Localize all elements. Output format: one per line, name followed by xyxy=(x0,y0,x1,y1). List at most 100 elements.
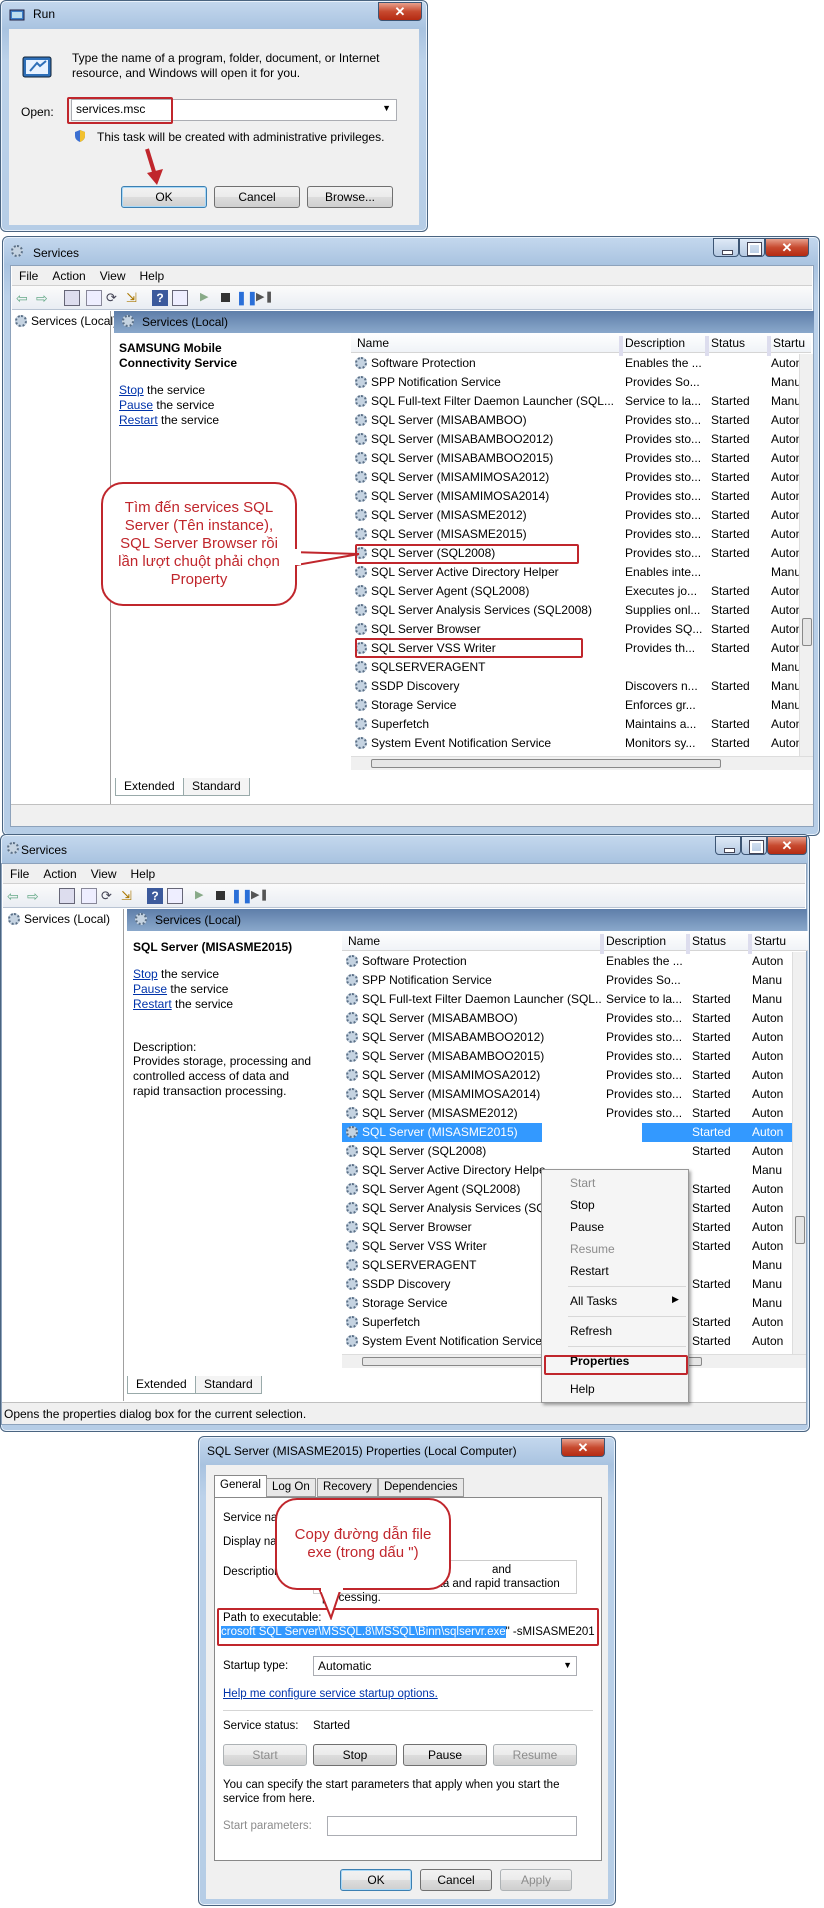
table-row[interactable]: SPP Notification Service Provides So... Ma… xyxy=(342,971,794,990)
table-row[interactable]: SQLSERVERAGENT Manu xyxy=(351,658,799,677)
pause-service-link[interactable]: Pause xyxy=(119,398,153,412)
table-row[interactable]: SQL Server Agent (SQL2008) Executes jo...… xyxy=(351,582,799,601)
services2-vscroll[interactable] xyxy=(792,952,806,1354)
stop-service-link[interactable]: Stop xyxy=(133,967,158,981)
resume-button[interactable]: Resume xyxy=(493,1744,577,1766)
maximize-button[interactable] xyxy=(741,836,767,855)
export-icon[interactable]: ⇲ xyxy=(126,290,142,306)
properties-sheet-icon[interactable] xyxy=(86,290,102,306)
ctx-stop[interactable]: Stop xyxy=(570,1198,595,1212)
table-row[interactable]: Software Protection Enables the ... Auton xyxy=(351,354,799,373)
table-row[interactable]: SQL Server (MISABAMBOO2015) Provides sto.… xyxy=(351,449,799,468)
services2-titlebar[interactable]: Services ✕ xyxy=(1,835,809,863)
table-row[interactable]: SQL Server (MISASME2015) Provides sto... S… xyxy=(351,525,799,544)
table-row[interactable]: SQL Server (MISAMIMOSA2012) Provides sto.… xyxy=(351,468,799,487)
back-icon[interactable]: ⇦ xyxy=(7,888,23,904)
table-row[interactable]: SQL Server Active Directory Helper Enable… xyxy=(351,563,799,582)
restart-service-icon[interactable]: ▶❚ xyxy=(251,888,269,904)
chevron-down-icon[interactable]: ▼ xyxy=(382,103,391,113)
tab-standard[interactable]: Standard xyxy=(195,1376,262,1394)
table-row[interactable]: SQL Server (MISABAMBOO2012) Provides sto.… xyxy=(342,1028,794,1047)
maximize-button[interactable] xyxy=(739,238,765,257)
console-tree-icon[interactable] xyxy=(59,888,75,904)
tab-extended[interactable]: Extended xyxy=(115,778,184,796)
help-icon[interactable]: ? xyxy=(147,888,163,904)
pause-service-link[interactable]: Pause xyxy=(133,982,167,996)
column-name[interactable]: Name xyxy=(353,336,389,350)
table-row[interactable]: SQL Server (MISAMIMOSA2014) Provides sto.… xyxy=(351,487,799,506)
close-button[interactable]: ✕ xyxy=(561,1438,605,1457)
stop-button[interactable]: Stop xyxy=(313,1744,397,1766)
table-row[interactable]: SQL Server Analysis Services (SQL2008) Su… xyxy=(351,601,799,620)
column-name[interactable]: Name xyxy=(344,934,380,948)
forward-icon[interactable]: ⇨ xyxy=(36,290,52,306)
table-row[interactable]: SQL Server (MISABAMBOO2012) Provides sto.… xyxy=(351,430,799,449)
startup-type-select[interactable]: Automatic ▼ xyxy=(313,1656,577,1676)
tab-log-on[interactable]: Log On xyxy=(266,1478,316,1497)
menu-file[interactable]: File xyxy=(12,266,45,283)
column-description[interactable]: Description xyxy=(602,934,666,948)
services1-hscroll[interactable] xyxy=(351,756,813,770)
tree-item-services-local[interactable]: Services (Local) xyxy=(8,912,110,926)
column-status[interactable]: Status xyxy=(688,934,726,948)
minimize-button[interactable] xyxy=(715,836,741,855)
pause-service-icon[interactable]: ❚❚ xyxy=(236,290,258,306)
table-row[interactable]: SQL Server (MISAMIMOSA2014) Provides sto.… xyxy=(342,1085,794,1104)
table-row[interactable]: Storage Service Enforces gr... Manu xyxy=(351,696,799,715)
ctx-all-tasks[interactable]: All Tasks xyxy=(570,1294,617,1308)
services1-titlebar[interactable]: Services ✕ xyxy=(3,237,819,265)
close-button[interactable]: ✕ xyxy=(765,238,809,257)
console-tree-icon[interactable] xyxy=(64,290,80,306)
menu-view[interactable]: View xyxy=(84,864,124,881)
table-row[interactable]: SQL Server (SQL2008) Started Auton xyxy=(342,1142,794,1161)
help-icon[interactable]: ? xyxy=(152,290,168,306)
pause-button[interactable]: Pause xyxy=(403,1744,487,1766)
forward-icon[interactable]: ⇨ xyxy=(27,888,43,904)
table-row[interactable]: SQL Server (MISASME2012) Provides sto... S… xyxy=(351,506,799,525)
restart-service-icon[interactable]: ▶❚ xyxy=(256,290,274,306)
column-startup[interactable]: Startu xyxy=(769,336,805,350)
table-row[interactable]: SQL Server Browser Provides SQ... Started A… xyxy=(351,620,799,639)
close-button[interactable]: ✕ xyxy=(767,836,807,855)
run-close-button[interactable]: ✕ xyxy=(378,2,422,21)
table-row[interactable]: SQL Server (MISASME2012) Provides sto... S… xyxy=(342,1104,794,1123)
column-startup[interactable]: Startu xyxy=(750,934,786,948)
ctx-help[interactable]: Help xyxy=(570,1382,595,1396)
start-button[interactable]: Start xyxy=(223,1744,307,1766)
refresh-icon[interactable]: ⟳ xyxy=(101,888,117,904)
run-ok-button[interactable]: OK xyxy=(121,186,207,208)
props-ok-button[interactable]: OK xyxy=(340,1869,412,1891)
column-description[interactable]: Description xyxy=(621,336,685,350)
start-service-icon[interactable]: ▶ xyxy=(200,290,216,306)
back-icon[interactable]: ⇦ xyxy=(16,290,32,306)
table-row[interactable]: SQL Full-text Filter Daemon Launcher (SQ… xyxy=(351,392,799,411)
properties-sheet-icon[interactable] xyxy=(81,888,97,904)
tab-general[interactable]: General xyxy=(214,1475,267,1497)
props-titlebar[interactable]: SQL Server (MISASME2015) Properties (Loc… xyxy=(199,1437,615,1465)
restart-service-link[interactable]: Restart xyxy=(119,413,158,427)
menu-help[interactable]: Help xyxy=(133,266,172,283)
table-row[interactable]: SSDP Discovery Discovers n... Started Manu xyxy=(351,677,799,696)
ctx-start[interactable]: Start xyxy=(570,1176,595,1190)
menu-action[interactable]: Action xyxy=(36,864,83,881)
tab-extended[interactable]: Extended xyxy=(127,1376,196,1394)
view-icon[interactable] xyxy=(167,888,183,904)
export-icon[interactable]: ⇲ xyxy=(121,888,137,904)
refresh-icon[interactable]: ⟳ xyxy=(106,290,122,306)
run-titlebar[interactable]: Run ✕ xyxy=(1,1,427,29)
stop-service-icon[interactable] xyxy=(218,290,234,306)
services1-vscroll[interactable] xyxy=(799,354,813,756)
chevron-down-icon[interactable]: ▼ xyxy=(563,1660,572,1670)
menu-view[interactable]: View xyxy=(93,266,133,283)
props-cancel-button[interactable]: Cancel xyxy=(420,1869,492,1891)
stop-service-link[interactable]: Stop xyxy=(119,383,144,397)
tab-standard[interactable]: Standard xyxy=(183,778,250,796)
table-row[interactable]: SQL Server (MISASME2015) Started Auton xyxy=(342,1123,794,1142)
menu-action[interactable]: Action xyxy=(45,266,92,283)
tab-dependencies[interactable]: Dependencies xyxy=(378,1478,464,1497)
props-apply-button[interactable]: Apply xyxy=(500,1869,572,1891)
run-cancel-button[interactable]: Cancel xyxy=(214,186,300,208)
table-row[interactable]: SQL Server (MISABAMBOO) Provides sto... St… xyxy=(351,411,799,430)
tab-recovery[interactable]: Recovery xyxy=(317,1478,378,1497)
table-row[interactable]: Superfetch Maintains a... Started Auton xyxy=(351,715,799,734)
